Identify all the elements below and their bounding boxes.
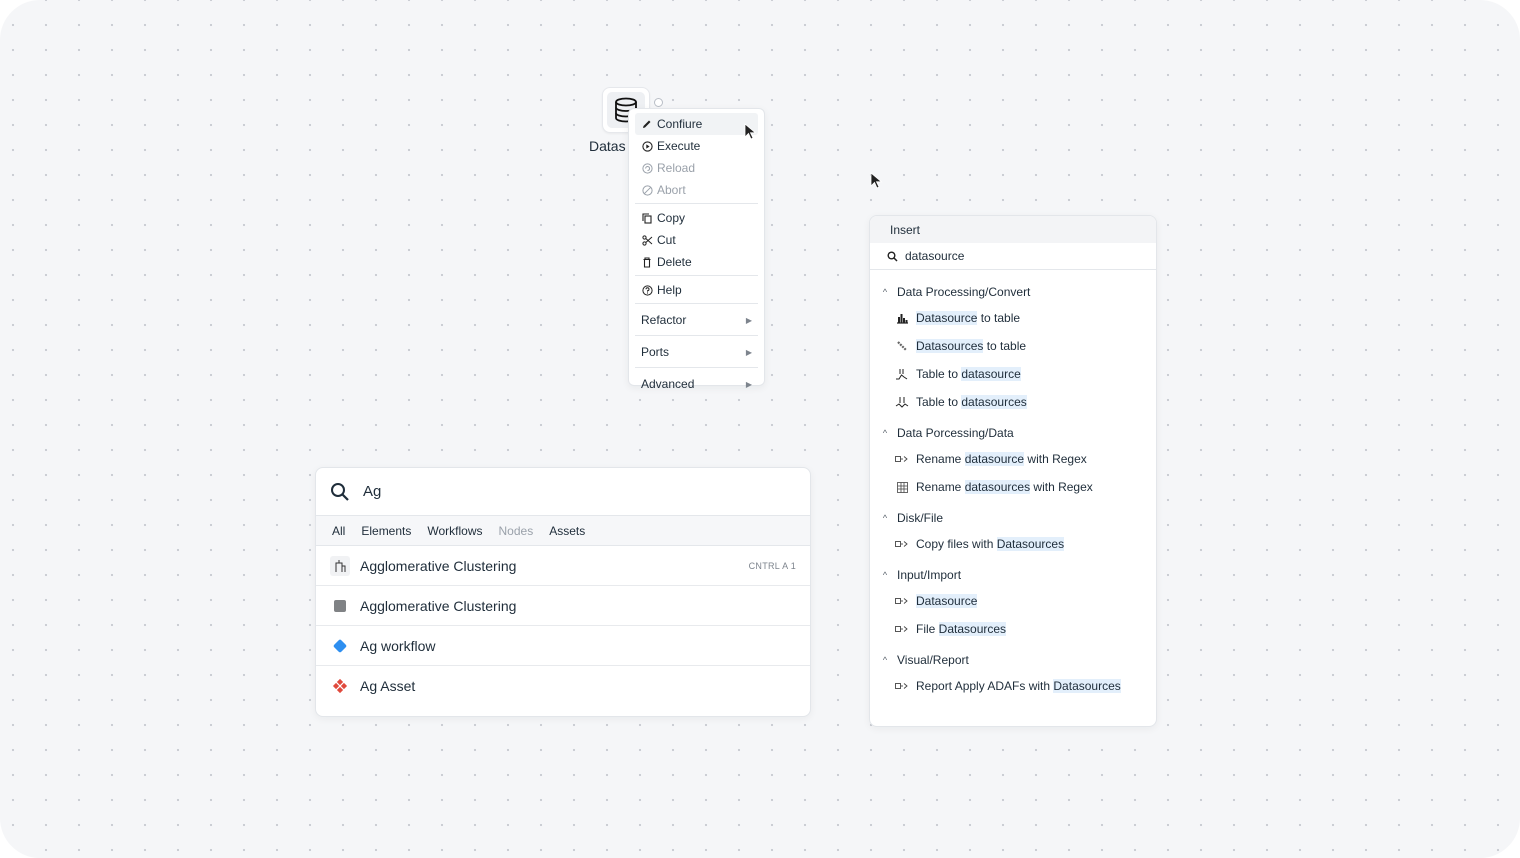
menu-item-copy[interactable]: Copy: [635, 207, 758, 229]
menu-item-execute[interactable]: Execute: [635, 135, 758, 157]
blue-diamond-icon: [330, 636, 350, 656]
search-result[interactable]: Ag workflow: [316, 626, 810, 666]
trash-icon: [641, 256, 653, 268]
menu-item-abort[interactable]: Abort: [635, 179, 758, 201]
search-match-highlight: Datasources: [996, 537, 1065, 551]
filter-tab-elements[interactable]: Elements: [361, 524, 411, 538]
search-match-highlight: datasources: [961, 395, 1027, 409]
insert-result-item[interactable]: File Datasources: [870, 615, 1156, 643]
table-to-datasources-icon: [895, 395, 909, 409]
filter-tab-workflows[interactable]: Workflows: [427, 524, 482, 538]
chevron-up-icon: ^: [882, 428, 888, 438]
red-asset-icon: [330, 676, 350, 696]
insert-results: ^ Data Processing/Convert Datasource to ta…: [870, 270, 1156, 705]
search-result[interactable]: Agglomerative Clustering: [316, 586, 810, 626]
play-circle-icon: [641, 140, 653, 152]
insert-panel: Insert datasource ^ Data Processing/Conve…: [869, 215, 1157, 727]
node-port-icon: [895, 452, 909, 466]
insert-result-item[interactable]: Copy files with Datasources: [870, 530, 1156, 558]
filter-tab-nodes[interactable]: Nodes: [499, 524, 534, 538]
search-match-highlight: datasources: [964, 480, 1031, 494]
search-match-highlight: Datasources: [938, 622, 1007, 636]
chevron-up-icon: ^: [882, 570, 888, 580]
menu-item-delete[interactable]: Delete: [635, 251, 758, 273]
gray-square-icon: [330, 596, 350, 616]
menu-divider: [635, 367, 758, 368]
node-port-icon: [895, 537, 909, 551]
menu-divider: [635, 303, 758, 304]
insert-result-item[interactable]: Report Apply ADAFs with Datasources: [870, 672, 1156, 700]
search-match-highlight: datasource: [961, 367, 1021, 381]
insert-result-item[interactable]: Datasources to table: [870, 332, 1156, 360]
triangle-right-icon: ▶: [745, 347, 752, 357]
insert-category[interactable]: ^ Visual/Report: [870, 648, 1156, 672]
menu-item-configure[interactable]: Confiure: [635, 113, 758, 135]
triangle-right-icon: ▶: [745, 315, 752, 325]
menu-divider: [635, 275, 758, 276]
insert-category[interactable]: ^ Disk/File: [870, 506, 1156, 530]
chevron-up-icon: ^: [882, 513, 888, 523]
category-gap: [870, 700, 1156, 705]
search-match-highlight: Datasources: [1053, 679, 1121, 693]
chevron-up-icon: ^: [882, 655, 888, 665]
insert-panel-title: Insert: [870, 216, 1156, 243]
reload-icon: [641, 162, 653, 174]
search-result[interactable]: Ag Asset: [316, 666, 810, 706]
insert-category[interactable]: ^ Data Porcessing/Data: [870, 421, 1156, 445]
menu-item-cut[interactable]: Cut: [635, 229, 758, 251]
search-match-highlight: Datasource: [916, 594, 978, 608]
insert-result-item[interactable]: Table to datasources: [870, 388, 1156, 416]
grid-icon: [895, 480, 909, 494]
histogram-icon: [895, 311, 909, 325]
help-icon: [641, 284, 653, 296]
filter-tab-all[interactable]: All: [332, 524, 345, 538]
search-match-highlight: datasource: [964, 452, 1025, 466]
insert-category[interactable]: ^ Data Processing/Convert: [870, 280, 1156, 304]
menu-item-help[interactable]: Help: [635, 279, 758, 301]
search-match-highlight: Datasources: [916, 339, 984, 353]
search-icon: [330, 482, 350, 502]
node-port-icon: [895, 594, 909, 608]
mouse-cursor-icon: [870, 172, 883, 189]
chevron-up-icon: ^: [882, 287, 888, 297]
chain-icon: [895, 339, 909, 353]
menu-item-advanced[interactable]: Advanced ▶: [635, 371, 758, 397]
menu-item-reload[interactable]: Reload: [635, 157, 758, 179]
clustering-node-icon: [330, 555, 350, 576]
filter-tab-assets[interactable]: Assets: [549, 524, 585, 538]
menu-divider: [635, 203, 758, 204]
menu-divider: [635, 335, 758, 336]
insert-result-item[interactable]: Datasource: [870, 587, 1156, 615]
insert-category[interactable]: ^ Input/Import: [870, 563, 1156, 587]
copy-icon: [641, 212, 653, 224]
menu-item-refactor[interactable]: Refactor ▶: [635, 307, 758, 333]
search-match-highlight: Datasource: [916, 311, 978, 325]
node-label: Datas: [589, 138, 626, 154]
pencil-icon: [641, 118, 653, 130]
scissors-icon: [641, 234, 653, 246]
mouse-cursor-icon: [744, 123, 757, 140]
insert-result-item[interactable]: Table to datasource: [870, 360, 1156, 388]
search-input[interactable]: Ag: [316, 468, 810, 516]
insert-result-item[interactable]: Rename datasources with Regex: [870, 473, 1156, 501]
node-port-icon: [895, 679, 909, 693]
keyboard-shortcut: CNTRL A 1: [748, 560, 796, 571]
triangle-right-icon: ▶: [745, 379, 752, 389]
context-menu: Confiure Execute Reload Abort Copy Cut D…: [628, 108, 765, 391]
output-port[interactable]: [654, 98, 663, 107]
insert-result-item[interactable]: Datasource to table: [870, 304, 1156, 332]
search-panel: Ag All Elements Workflows Nodes Assets A…: [315, 467, 811, 717]
search-result[interactable]: Agglomerative Clustering CNTRL A 1: [316, 546, 810, 586]
insert-result-item[interactable]: Rename datasource with Regex: [870, 445, 1156, 473]
search-icon: [887, 251, 898, 262]
node-port-icon: [895, 622, 909, 636]
search-query: Ag: [363, 483, 382, 500]
insert-search-value: datasource: [905, 249, 965, 263]
menu-item-ports[interactable]: Ports ▶: [635, 339, 758, 365]
table-to-datasource-icon: [895, 367, 909, 381]
abort-icon: [641, 184, 653, 196]
insert-search-field[interactable]: datasource: [870, 243, 1156, 270]
search-filter-tabs: All Elements Workflows Nodes Assets: [316, 516, 810, 546]
